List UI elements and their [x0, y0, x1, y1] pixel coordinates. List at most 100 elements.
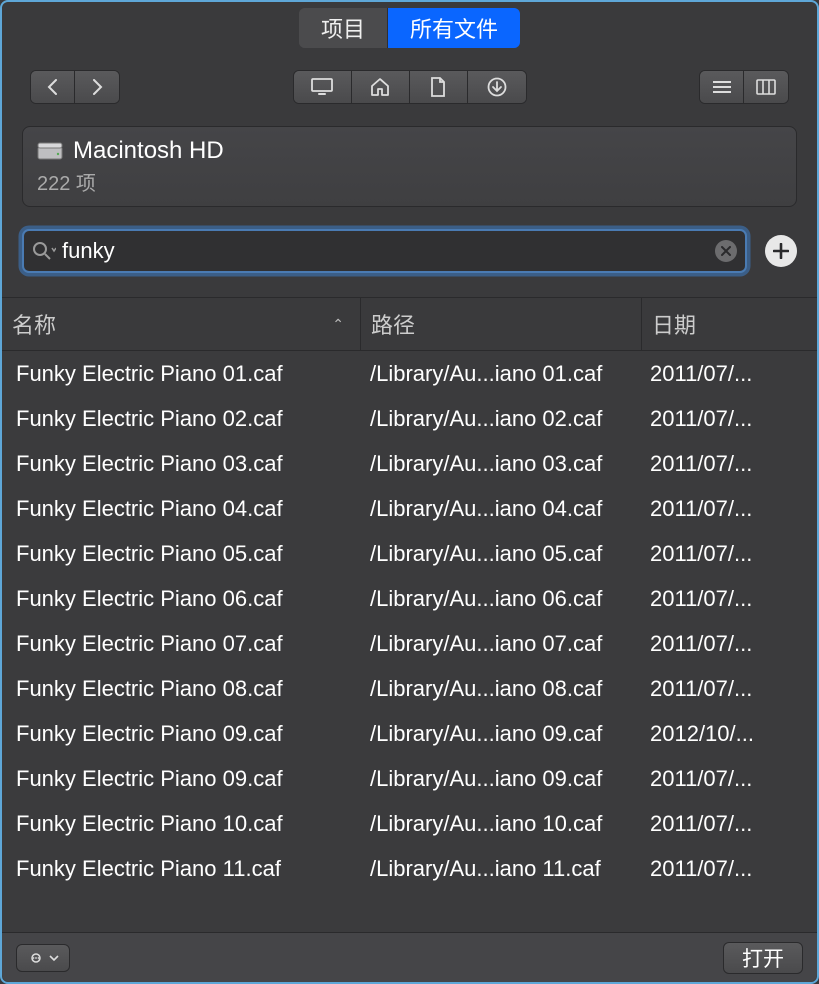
- tab-group: 项目 所有文件: [299, 8, 520, 48]
- monitor-icon: [311, 78, 333, 96]
- chevron-left-icon: [47, 79, 59, 95]
- file-name: Funky Electric Piano 04.caf: [2, 496, 360, 522]
- file-path: /Library/Au...iano 08.caf: [360, 676, 640, 702]
- tab-all-files[interactable]: 所有文件: [388, 8, 520, 48]
- file-path: /Library/Au...iano 09.caf: [360, 766, 640, 792]
- table-row[interactable]: Funky Electric Piano 02.caf/Library/Au..…: [2, 396, 817, 441]
- file-date: 2011/07/...: [640, 676, 817, 702]
- view-segment: [699, 70, 789, 104]
- file-name: Funky Electric Piano 07.caf: [2, 631, 360, 657]
- home-button[interactable]: [352, 71, 410, 103]
- table-row[interactable]: Funky Electric Piano 08.caf/Library/Au..…: [2, 666, 817, 711]
- list-icon: [712, 80, 732, 94]
- file-name: Funky Electric Piano 02.caf: [2, 406, 360, 432]
- file-date: 2011/07/...: [640, 496, 817, 522]
- home-icon: [370, 78, 390, 96]
- location-title-row: Macintosh HD: [37, 137, 782, 165]
- search-icon: [32, 241, 56, 261]
- tab-project[interactable]: 项目: [299, 8, 388, 48]
- file-date: 2011/07/...: [640, 586, 817, 612]
- file-date: 2011/07/...: [640, 856, 817, 882]
- footer: 打开: [2, 932, 817, 982]
- file-name: Funky Electric Piano 03.caf: [2, 451, 360, 477]
- open-button[interactable]: 打开: [723, 942, 803, 974]
- computer-button[interactable]: [294, 71, 352, 103]
- columns-icon: [756, 79, 776, 95]
- table-row[interactable]: Funky Electric Piano 09.caf/Library/Au..…: [2, 711, 817, 756]
- column-header-date[interactable]: 日期: [642, 298, 817, 350]
- search-input[interactable]: [62, 238, 715, 264]
- document-icon: [430, 77, 446, 97]
- toolbar: [2, 48, 817, 126]
- places-segment: [293, 70, 527, 104]
- file-name: Funky Electric Piano 05.caf: [2, 541, 360, 567]
- search-field[interactable]: [22, 229, 747, 273]
- file-list[interactable]: Funky Electric Piano 01.caf/Library/Au..…: [2, 351, 817, 932]
- column-header-row: 名称 ⌃ 路径 日期: [2, 297, 817, 351]
- file-name: Funky Electric Piano 01.caf: [2, 361, 360, 387]
- location-title: Macintosh HD: [73, 137, 224, 165]
- column-header-date-label: 日期: [652, 308, 696, 340]
- search-row: [22, 229, 797, 273]
- file-path: /Library/Au...iano 10.caf: [360, 811, 640, 837]
- column-view-button[interactable]: [744, 71, 788, 103]
- file-path: /Library/Au...iano 02.caf: [360, 406, 640, 432]
- column-header-path-label: 路径: [371, 308, 415, 340]
- table-row[interactable]: Funky Electric Piano 03.caf/Library/Au..…: [2, 441, 817, 486]
- table-row[interactable]: Funky Electric Piano 11.caf/Library/Au..…: [2, 846, 817, 891]
- downloads-button[interactable]: [468, 71, 526, 103]
- chevron-down-icon: [49, 954, 59, 962]
- file-name: Funky Electric Piano 06.caf: [2, 586, 360, 612]
- table-row[interactable]: Funky Electric Piano 01.caf/Library/Au..…: [2, 351, 817, 396]
- x-icon: [721, 246, 731, 256]
- file-path: /Library/Au...iano 11.caf: [360, 856, 640, 882]
- file-path: /Library/Au...iano 01.caf: [360, 361, 640, 387]
- plus-icon: [773, 243, 789, 259]
- sort-indicator-icon: ⌃: [332, 316, 344, 333]
- file-date: 2011/07/...: [640, 541, 817, 567]
- actions-menu-button[interactable]: [16, 944, 70, 972]
- location-card[interactable]: Macintosh HD 222 项: [22, 126, 797, 207]
- column-header-name[interactable]: 名称 ⌃: [2, 298, 360, 350]
- hard-drive-icon: [37, 142, 63, 160]
- file-path: /Library/Au...iano 04.caf: [360, 496, 640, 522]
- file-name: Funky Electric Piano 09.caf: [2, 721, 360, 747]
- file-date: 2011/07/...: [640, 451, 817, 477]
- file-name: Funky Electric Piano 10.caf: [2, 811, 360, 837]
- file-name: Funky Electric Piano 08.caf: [2, 676, 360, 702]
- list-view-button[interactable]: [700, 71, 744, 103]
- file-date: 2011/07/...: [640, 631, 817, 657]
- table-row[interactable]: Funky Electric Piano 04.caf/Library/Au..…: [2, 486, 817, 531]
- file-date: 2011/07/...: [640, 361, 817, 387]
- add-button[interactable]: [765, 235, 797, 267]
- download-icon: [487, 77, 507, 97]
- location-subtitle: 222 项: [37, 167, 782, 196]
- ellipsis-icon: [27, 953, 45, 963]
- documents-button[interactable]: [410, 71, 468, 103]
- chevron-right-icon: [91, 79, 103, 95]
- forward-button[interactable]: [75, 71, 119, 103]
- file-path: /Library/Au...iano 07.caf: [360, 631, 640, 657]
- table-row[interactable]: Funky Electric Piano 05.caf/Library/Au..…: [2, 531, 817, 576]
- table-row[interactable]: Funky Electric Piano 06.caf/Library/Au..…: [2, 576, 817, 621]
- column-header-name-label: 名称: [12, 308, 56, 340]
- back-button[interactable]: [31, 71, 75, 103]
- file-browser-window: 项目 所有文件: [0, 0, 819, 984]
- table-row[interactable]: Funky Electric Piano 09.caf/Library/Au..…: [2, 756, 817, 801]
- column-header-path[interactable]: 路径: [361, 298, 641, 350]
- file-date: 2011/07/...: [640, 406, 817, 432]
- file-path: /Library/Au...iano 06.caf: [360, 586, 640, 612]
- table-row[interactable]: Funky Electric Piano 07.caf/Library/Au..…: [2, 621, 817, 666]
- file-date: 2011/07/...: [640, 766, 817, 792]
- nav-segment: [30, 70, 120, 104]
- clear-search-button[interactable]: [715, 240, 737, 262]
- table-row[interactable]: Funky Electric Piano 10.caf/Library/Au..…: [2, 801, 817, 846]
- file-path: /Library/Au...iano 05.caf: [360, 541, 640, 567]
- tab-bar: 项目 所有文件: [2, 2, 817, 48]
- file-path: /Library/Au...iano 03.caf: [360, 451, 640, 477]
- file-path: /Library/Au...iano 09.caf: [360, 721, 640, 747]
- file-name: Funky Electric Piano 09.caf: [2, 766, 360, 792]
- file-date: 2011/07/...: [640, 811, 817, 837]
- file-name: Funky Electric Piano 11.caf: [2, 856, 360, 882]
- file-date: 2012/10/...: [640, 721, 817, 747]
